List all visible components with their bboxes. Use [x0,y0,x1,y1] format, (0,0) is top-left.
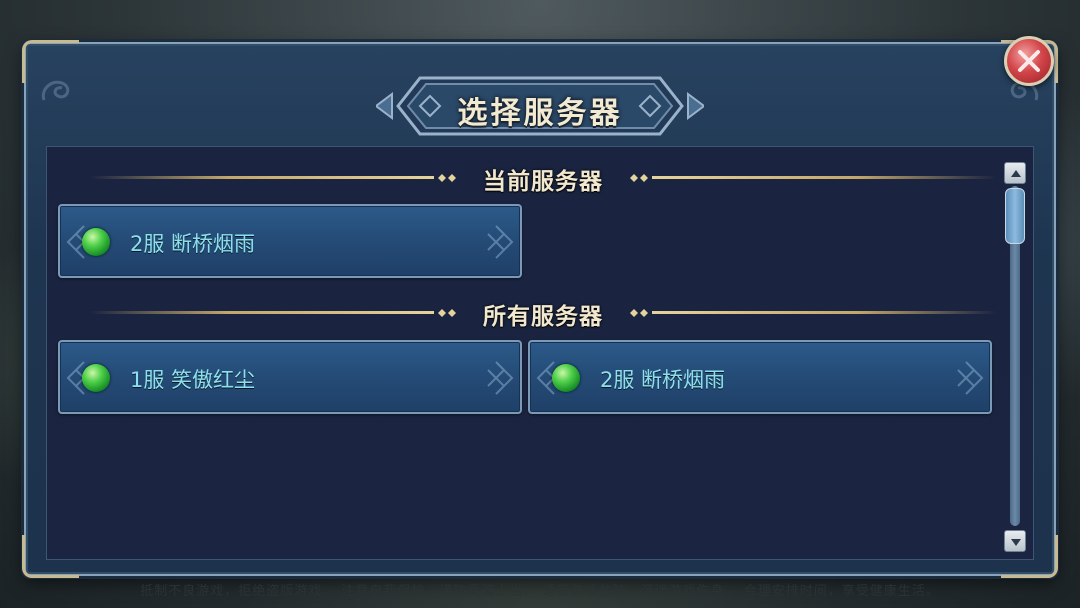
section-label: 当前服务器 [483,169,603,195]
cloud-swirl-icon [41,80,70,101]
server-name: 2服 断桥烟雨 [600,368,726,392]
scroll-thumb[interactable] [1005,188,1025,244]
online-status-icon [82,364,110,392]
health-notice: 抵制不良游戏，拒绝盗版游戏。 注意自我保护，谨防受骗上当。 适度游戏益脑，沉迷游… [140,584,940,599]
online-status-icon [82,228,110,256]
knot-ornament-icon [487,361,514,395]
scroll-down-button[interactable] [1004,530,1026,552]
diamond-ornament-icon [630,309,648,317]
diamond-ornament-icon [630,174,648,182]
current-server-card[interactable]: 2服 断桥烟雨 [58,204,522,278]
close-button[interactable] [1004,36,1054,86]
close-x-icon [1018,50,1040,72]
arrow-down-icon [1011,539,1021,546]
server-name: 1服 笑傲红尘 [130,368,256,392]
divider-line [652,311,996,314]
title-plate: 选择服务器 [376,72,704,140]
all-servers-header: 所有服务器 [90,297,996,330]
current-server-header: 当前服务器 [90,162,996,195]
server-card-1[interactable]: 1服 笑傲红尘 [58,340,522,414]
arrow-up-icon [1011,170,1021,177]
server-card-2[interactable]: 2服 断桥烟雨 [528,340,992,414]
section-label: 所有服务器 [483,304,603,330]
knot-ornament-icon [487,225,514,259]
divider-line [652,176,996,179]
dialog-title: 选择服务器 [457,96,623,131]
vertical-scrollbar[interactable] [1004,162,1026,552]
online-status-icon [552,364,580,392]
scroll-up-button[interactable] [1004,162,1026,184]
knot-ornament-icon [957,361,984,395]
server-name: 2服 断桥烟雨 [130,232,256,256]
